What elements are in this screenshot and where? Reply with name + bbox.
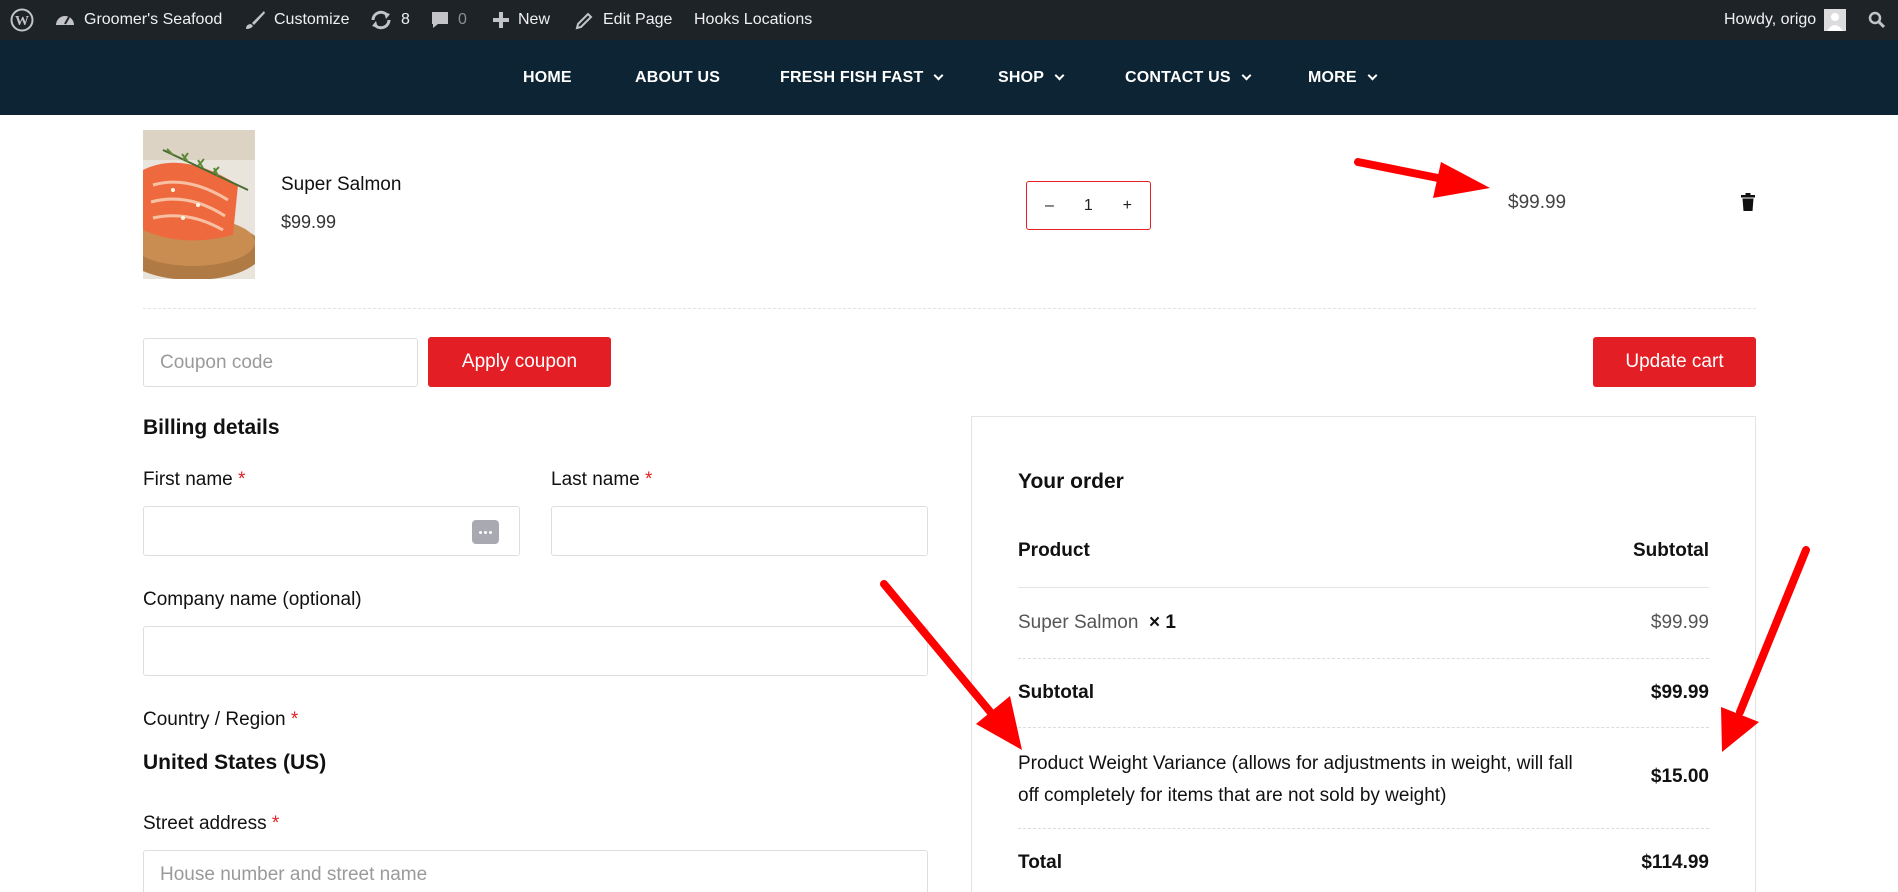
hooks-locations-link[interactable]: Hooks Locations xyxy=(694,0,812,40)
first-name-field[interactable] xyxy=(143,506,520,556)
svg-text:W: W xyxy=(15,14,29,29)
order-column-product: Product xyxy=(1018,540,1090,561)
password-manager-icon[interactable] xyxy=(472,520,499,544)
chevron-down-icon xyxy=(1367,70,1378,81)
total-value: $114.99 xyxy=(1641,852,1709,873)
street-address-field[interactable] xyxy=(143,850,928,892)
nav-fresh-fish-fast-label: FRESH FISH FAST xyxy=(780,68,924,86)
cart-item-price: $99.99 xyxy=(281,212,337,232)
search-icon[interactable] xyxy=(1868,0,1886,40)
updates-icon xyxy=(369,10,393,30)
hooks-label: Hooks Locations xyxy=(694,11,813,28)
subtotal-label: Subtotal xyxy=(1018,682,1094,703)
quantity-stepper: – 1 + xyxy=(1026,181,1151,230)
required-marker: * xyxy=(271,813,280,834)
apply-coupon-button[interactable]: Apply coupon xyxy=(428,337,611,387)
dashboard-icon xyxy=(54,10,76,30)
order-divider xyxy=(1018,828,1709,829)
nav-shop[interactable]: SHOP xyxy=(998,40,1065,115)
street-address-label-text: Street address xyxy=(143,813,267,834)
plus-icon xyxy=(492,11,510,29)
required-marker: * xyxy=(290,709,299,730)
comments-link[interactable]: 0 xyxy=(430,0,467,40)
edit-page-link[interactable]: Edit Page xyxy=(575,0,672,40)
site-name-label: Groomer's Seafood xyxy=(84,11,223,28)
country-region-label-text: Country / Region xyxy=(143,709,286,730)
chevron-down-icon xyxy=(1054,70,1065,81)
nav-contact-us-label: CONTACT US xyxy=(1125,68,1231,86)
subtotal-value: $99.99 xyxy=(1650,682,1709,703)
admin-bar: W Groomer's Seafood Customize 8 0 New Ed… xyxy=(0,0,1898,40)
company-name-field[interactable] xyxy=(143,626,928,676)
nav-more-label: MORE xyxy=(1308,68,1357,86)
updates-count: 8 xyxy=(401,11,410,28)
order-line-name: Super Salmon xyxy=(1018,612,1139,633)
new-content-menu[interactable]: New xyxy=(492,0,550,40)
nav-fresh-fish-fast[interactable]: FRESH FISH FAST xyxy=(780,40,944,115)
required-marker: * xyxy=(238,469,246,490)
required-marker: * xyxy=(645,469,653,490)
nav-about-us[interactable]: ABOUT US xyxy=(635,40,720,115)
total-label: Total xyxy=(1018,852,1062,873)
avatar xyxy=(1824,9,1847,31)
billing-details-heading: Billing details xyxy=(143,416,280,439)
site-name-menu[interactable]: Groomer's Seafood xyxy=(54,0,222,40)
nav-more[interactable]: MORE xyxy=(1308,40,1378,115)
last-name-label-text: Last name xyxy=(551,469,640,490)
chevron-down-icon xyxy=(1241,70,1252,81)
comment-icon xyxy=(430,10,450,30)
new-label: New xyxy=(518,11,551,28)
order-column-subtotal: Subtotal xyxy=(1633,540,1709,561)
weight-variance-value: $15.00 xyxy=(1650,766,1709,787)
paintbrush-icon xyxy=(244,10,266,30)
your-order-heading: Your order xyxy=(1018,470,1124,493)
nav-contact-us[interactable]: CONTACT US xyxy=(1125,40,1252,115)
weight-variance-label: Product Weight Variance (allows for adju… xyxy=(1018,753,1573,806)
quantity-value[interactable]: 1 xyxy=(1084,197,1093,215)
country-value: United States (US) xyxy=(143,751,327,774)
wordpress-logo-icon[interactable]: W xyxy=(10,0,34,40)
first-name-label-text: First name xyxy=(143,469,233,490)
quantity-increase-button[interactable]: + xyxy=(1123,197,1132,215)
order-divider xyxy=(1018,658,1709,659)
product-thumbnail[interactable] xyxy=(143,130,255,279)
chevron-down-icon xyxy=(934,70,944,81)
comments-count: 0 xyxy=(458,11,467,28)
order-line-qty: × 1 xyxy=(1148,612,1176,633)
order-divider xyxy=(1018,727,1709,728)
cart-item-name[interactable]: Super Salmon xyxy=(281,174,401,196)
order-divider xyxy=(1018,587,1709,588)
update-cart-button[interactable]: Update cart xyxy=(1593,337,1756,387)
howdy-label: Howdy, origo xyxy=(1724,11,1817,28)
customize-label: Customize xyxy=(274,11,350,28)
account-menu[interactable]: Howdy, origo xyxy=(1724,0,1847,40)
trash-icon[interactable] xyxy=(1740,193,1756,216)
updates-link[interactable]: 8 xyxy=(369,0,410,40)
last-name-label: Last name * xyxy=(551,469,652,491)
nav-shop-label: SHOP xyxy=(998,68,1045,86)
company-name-label: Company name (optional) xyxy=(143,589,362,610)
annotation-arrow-line-total xyxy=(1354,158,1490,198)
country-region-label: Country / Region * xyxy=(143,709,298,731)
order-line-item: Super Salmon × 1 xyxy=(1018,612,1176,634)
main-navigation: HOME ABOUT US FRESH FISH FAST SHOP CONTA… xyxy=(0,40,1898,115)
first-name-label: First name * xyxy=(143,469,245,491)
cart-line-total: $99.99 xyxy=(1508,192,1567,213)
cart-divider xyxy=(143,308,1756,309)
order-line-value: $99.99 xyxy=(1650,612,1709,633)
coupon-code-input[interactable] xyxy=(143,338,418,387)
pencil-icon xyxy=(575,10,595,30)
customize-link[interactable]: Customize xyxy=(244,0,350,40)
last-name-field[interactable] xyxy=(551,506,928,556)
quantity-decrease-button[interactable]: – xyxy=(1045,197,1054,215)
edit-page-label: Edit Page xyxy=(603,11,673,28)
nav-home[interactable]: HOME xyxy=(523,40,572,115)
street-address-label: Street address * xyxy=(143,813,279,835)
